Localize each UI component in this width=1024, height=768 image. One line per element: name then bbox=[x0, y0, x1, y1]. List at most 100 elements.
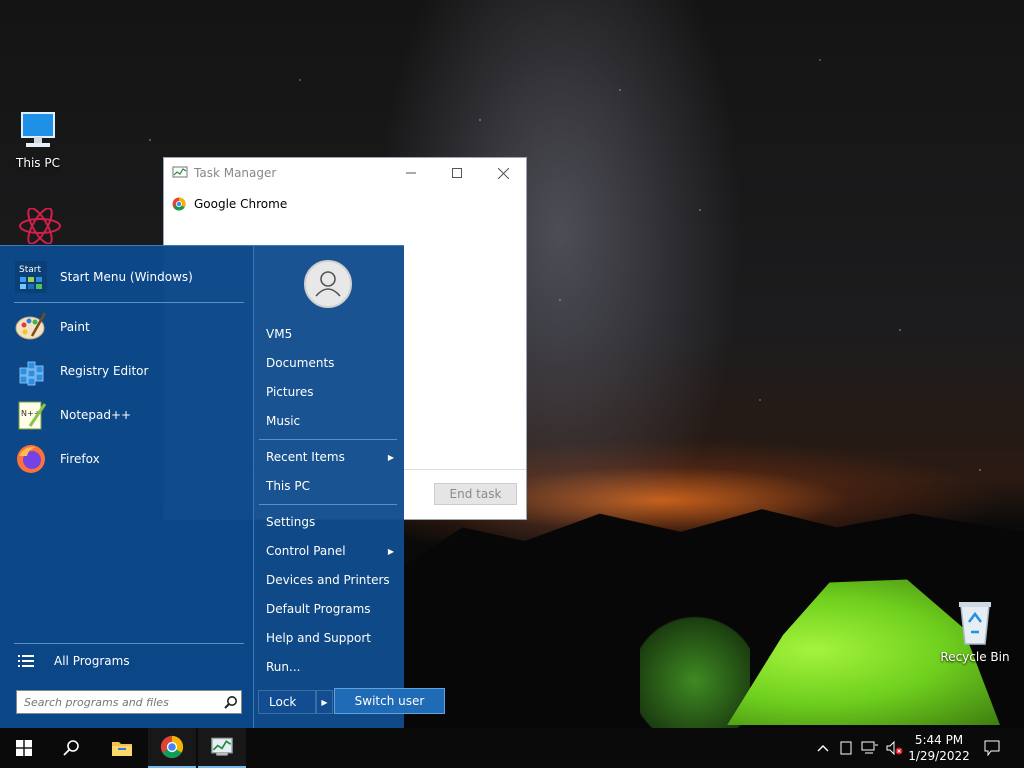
menu-item-label: Documents bbox=[266, 356, 335, 370]
search-icon[interactable] bbox=[221, 692, 241, 712]
maximize-icon bbox=[452, 168, 462, 178]
user-avatar[interactable] bbox=[304, 260, 352, 308]
taskbar: 5:44 PM 1/29/2022 bbox=[0, 728, 1024, 768]
action-center-button[interactable] bbox=[978, 728, 1006, 768]
separator bbox=[259, 439, 397, 440]
recycle-bin-icon bbox=[959, 602, 991, 645]
menu-item-label: Default Programs bbox=[266, 602, 371, 616]
start-button[interactable] bbox=[0, 728, 48, 768]
tray-network-icon[interactable] bbox=[858, 728, 882, 768]
separator bbox=[259, 504, 397, 505]
pinned-item-label: Registry Editor bbox=[60, 364, 149, 378]
app-list: Google Chrome bbox=[164, 188, 526, 220]
menu-item-label: Help and Support bbox=[266, 631, 371, 645]
separator bbox=[14, 302, 244, 303]
folder-icon bbox=[112, 742, 132, 756]
desktop-icon-label: This PC bbox=[16, 156, 60, 170]
start-menu-left-pane: Start Start Menu (Windows) Paint Registr… bbox=[0, 246, 254, 729]
menu-item-label: VM5 bbox=[266, 327, 293, 341]
minimize-icon bbox=[406, 172, 416, 174]
end-task-button[interactable]: End task bbox=[434, 483, 517, 505]
menu-item-music[interactable]: Music bbox=[266, 407, 398, 435]
atom-logo-icon[interactable] bbox=[18, 208, 62, 244]
taskbar-google-chrome[interactable] bbox=[148, 728, 196, 768]
task-manager-icon bbox=[211, 737, 233, 756]
pinned-item-notepadpp[interactable]: N++ Notepad++ bbox=[14, 396, 244, 434]
search-box[interactable] bbox=[16, 690, 242, 714]
pinned-item-label: Firefox bbox=[60, 452, 100, 466]
menu-item-label: Music bbox=[266, 414, 301, 428]
menu-item-label: Recent Items bbox=[266, 450, 345, 464]
app-name: Google Chrome bbox=[194, 197, 288, 211]
menu-item-devices-printers[interactable]: Devices and Printers bbox=[266, 566, 398, 594]
menu-item-documents[interactable]: Documents bbox=[266, 349, 398, 377]
chevron-right-icon: ▶ bbox=[387, 546, 394, 556]
all-programs-button[interactable]: All Programs bbox=[18, 646, 244, 676]
chevron-up-icon bbox=[817, 745, 829, 752]
notepadpp-icon: N++ bbox=[18, 401, 47, 430]
menu-item-label: This PC bbox=[266, 479, 310, 493]
chevron-right-icon: ▶ bbox=[321, 697, 328, 707]
menu-item-label: Pictures bbox=[266, 385, 314, 399]
paint-palette-icon bbox=[15, 312, 47, 340]
menu-item-label: Control Panel bbox=[266, 544, 346, 558]
start-menu-app-icon: Start bbox=[15, 261, 47, 293]
menu-item-this-pc[interactable]: This PC bbox=[266, 472, 398, 500]
registry-editor-icon bbox=[19, 361, 44, 386]
pinned-item-label: Start Menu (Windows) bbox=[60, 270, 193, 284]
menu-item-pictures[interactable]: Pictures bbox=[266, 378, 398, 406]
search-icon bbox=[63, 740, 79, 756]
menu-item-label: Devices and Printers bbox=[266, 573, 390, 587]
start-menu-right-pane: VM5 Documents Pictures Music Recent Item… bbox=[255, 246, 404, 729]
tablet-icon bbox=[840, 741, 852, 755]
taskbar-task-manager[interactable] bbox=[198, 728, 246, 768]
firefox-icon bbox=[17, 445, 45, 473]
volume-muted-icon bbox=[886, 741, 903, 755]
computer-icon bbox=[21, 112, 55, 147]
close-button[interactable] bbox=[480, 158, 526, 188]
clock-time: 5:44 PM bbox=[914, 733, 964, 747]
start-menu[interactable]: Start Start Menu (Windows) Paint Registr… bbox=[0, 245, 404, 729]
menu-item-label: Settings bbox=[266, 515, 316, 529]
windows-logo-icon bbox=[16, 740, 32, 756]
close-icon bbox=[497, 167, 509, 179]
pinned-item-paint[interactable]: Paint bbox=[14, 308, 244, 346]
window-title: Task Manager bbox=[194, 166, 277, 180]
tray-volume-icon[interactable] bbox=[884, 728, 906, 768]
chevron-right-icon: ▶ bbox=[387, 452, 394, 462]
minimize-button[interactable] bbox=[388, 158, 434, 188]
desktop-icon-this-pc[interactable]: This PC bbox=[0, 108, 76, 170]
pinned-item-firefox[interactable]: Firefox bbox=[14, 440, 244, 478]
lock-button[interactable]: Lock bbox=[258, 690, 316, 714]
menu-item-settings[interactable]: Settings bbox=[266, 508, 398, 536]
system-clock[interactable]: 5:44 PM 1/29/2022 bbox=[906, 732, 972, 764]
clock-date: 1/29/2022 bbox=[908, 749, 970, 763]
show-hidden-icons-button[interactable] bbox=[812, 728, 834, 768]
menu-item-user[interactable]: VM5 bbox=[266, 320, 398, 348]
search-input[interactable] bbox=[24, 695, 221, 709]
pinned-item-label: Notepad++ bbox=[60, 408, 132, 422]
task-manager-icon bbox=[172, 166, 188, 178]
switch-user-menu-item[interactable]: Switch user bbox=[334, 688, 445, 714]
title-bar[interactable]: Task Manager bbox=[164, 158, 526, 188]
app-row-google-chrome[interactable]: Google Chrome bbox=[172, 192, 518, 216]
menu-item-help-support[interactable]: Help and Support bbox=[266, 624, 398, 652]
menu-item-default-programs[interactable]: Default Programs bbox=[266, 595, 398, 623]
chrome-icon bbox=[160, 735, 184, 759]
menu-item-control-panel[interactable]: Control Panel ▶ bbox=[266, 537, 398, 565]
pinned-item-registry-editor[interactable]: Registry Editor bbox=[14, 352, 244, 390]
tray-tablet-icon[interactable] bbox=[836, 728, 856, 768]
chrome-icon bbox=[172, 197, 186, 211]
pinned-item-start-menu[interactable]: Start Start Menu (Windows) bbox=[14, 258, 244, 296]
pinned-item-label: Paint bbox=[60, 320, 90, 334]
all-programs-label: All Programs bbox=[54, 654, 130, 668]
menu-item-label: Run... bbox=[266, 660, 301, 674]
menu-item-run[interactable]: Run... bbox=[266, 653, 398, 681]
taskbar-file-explorer[interactable] bbox=[98, 728, 146, 768]
maximize-button[interactable] bbox=[434, 158, 480, 188]
power-options-arrow[interactable]: ▶ bbox=[316, 690, 333, 714]
desktop-icon-recycle-bin[interactable]: Recycle Bin bbox=[937, 600, 1013, 664]
taskbar-search-button[interactable] bbox=[48, 728, 96, 768]
menu-item-recent-items[interactable]: Recent Items ▶ bbox=[266, 443, 398, 471]
notification-icon bbox=[984, 740, 1000, 756]
